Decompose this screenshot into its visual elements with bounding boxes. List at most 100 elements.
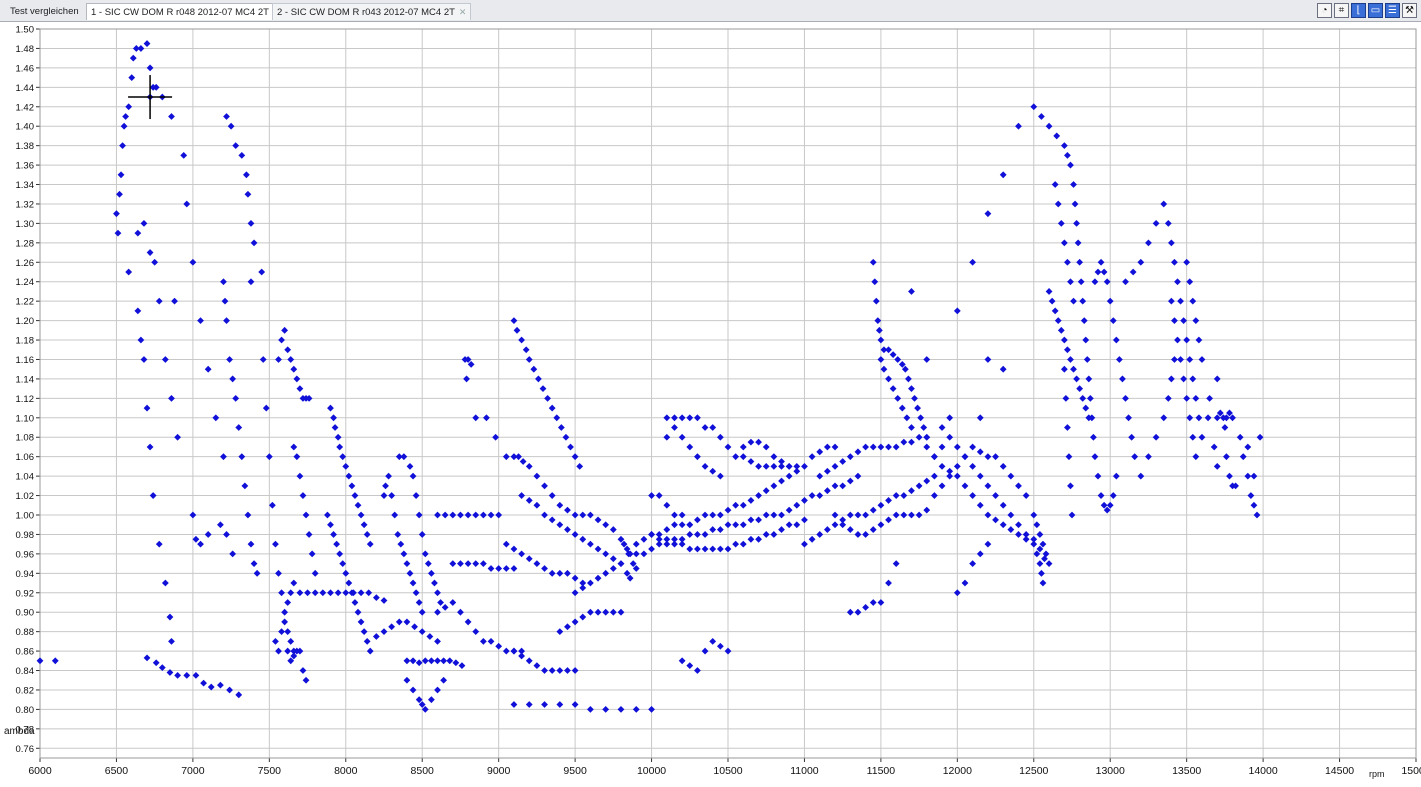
data-point — [434, 589, 441, 597]
data-point — [232, 142, 240, 150]
data-point — [571, 618, 579, 626]
x-tick-label: 10500 — [713, 765, 742, 777]
data-point — [457, 511, 464, 519]
data-point — [510, 545, 518, 553]
data-point — [877, 443, 885, 451]
data-point — [472, 511, 480, 519]
data-point — [161, 356, 169, 363]
data-point — [137, 336, 145, 344]
wrench-icon[interactable]: ⚒ — [1402, 3, 1417, 18]
data-point — [823, 467, 831, 475]
data-point — [204, 365, 212, 373]
data-point — [284, 628, 292, 636]
data-point — [1221, 424, 1229, 431]
data-point — [694, 531, 701, 538]
grid-table-icon[interactable]: ⌗ — [1334, 3, 1349, 18]
data-point — [762, 463, 770, 470]
data-point — [931, 492, 938, 499]
data-point — [571, 511, 579, 519]
data-point — [793, 463, 801, 470]
data-point — [862, 531, 869, 538]
data-point — [331, 424, 339, 431]
data-point — [938, 463, 946, 470]
data-point — [846, 526, 854, 533]
data-point — [290, 365, 298, 373]
clock-icon[interactable]: ◔ — [1317, 3, 1332, 18]
y-tick-label: 1.20 — [16, 316, 35, 327]
data-point — [428, 569, 435, 577]
data-point — [778, 477, 785, 485]
data-point — [953, 472, 961, 480]
data-point — [244, 190, 252, 198]
data-point — [1030, 511, 1038, 519]
close-icon[interactable]: ✕ — [459, 7, 467, 17]
data-point — [785, 472, 793, 480]
data-point — [587, 608, 594, 616]
data-point — [1015, 122, 1022, 130]
data-point — [395, 618, 403, 626]
data-point — [1054, 317, 1062, 324]
data-point — [576, 463, 584, 470]
tab-compare[interactable]: Test vergleichen — [6, 3, 83, 20]
data-point — [1239, 453, 1247, 461]
data-point — [302, 676, 310, 684]
tab-test-2[interactable]: 2 - SIC CW DOM R r043 2012-07 MC4 2T ✕ — [272, 3, 472, 20]
y-tick-label: 0.82 — [16, 685, 35, 696]
x-tick-label: 15000 — [1401, 765, 1421, 777]
data-point — [330, 414, 337, 422]
data-point — [394, 531, 402, 538]
data-point — [602, 550, 610, 558]
data-point — [1204, 414, 1212, 422]
data-point — [931, 472, 938, 480]
data-point — [739, 540, 747, 548]
data-point — [1131, 453, 1139, 461]
y-tick-label: 1.14 — [16, 374, 35, 385]
data-point — [885, 497, 892, 504]
data-point — [1119, 375, 1126, 383]
data-point — [961, 579, 969, 587]
y-tick-label: 1.12 — [16, 394, 35, 405]
data-point — [571, 589, 579, 597]
x-tick-label: 10000 — [637, 765, 666, 777]
data-point — [535, 375, 542, 383]
window-icon[interactable]: ▭ — [1368, 3, 1383, 18]
data-point — [923, 433, 931, 441]
data-point — [755, 535, 762, 543]
data-point — [1045, 122, 1053, 130]
y-tick-label: 1.30 — [16, 219, 35, 230]
data-point — [900, 492, 908, 499]
data-point — [976, 414, 984, 422]
data-point — [472, 414, 480, 422]
data-point — [168, 394, 175, 402]
data-point — [449, 511, 457, 519]
list-icon[interactable]: ☰ — [1385, 3, 1400, 18]
data-point — [1210, 443, 1218, 451]
data-point — [302, 511, 310, 519]
data-point — [1094, 472, 1102, 480]
y-tick-label: 0.80 — [16, 705, 35, 716]
data-point — [556, 521, 564, 529]
data-point — [609, 608, 617, 616]
data-point — [724, 506, 732, 514]
data-point — [846, 453, 854, 461]
data-point — [709, 526, 717, 533]
data-point — [525, 356, 533, 363]
data-point — [458, 662, 466, 670]
scatter-chart[interactable]: 0.760.780.800.820.840.860.880.900.920.94… — [0, 22, 1421, 787]
data-point — [1036, 560, 1044, 567]
data-point — [192, 671, 200, 679]
data-point — [917, 414, 925, 422]
data-point — [518, 492, 525, 499]
tab-test-1[interactable]: 1 - SIC CW DOM R r048 2012-07 MC4 2T✕ — [86, 3, 286, 20]
data-point — [212, 414, 220, 422]
data-point — [694, 545, 701, 553]
data-point — [1167, 297, 1175, 305]
data-point — [363, 637, 371, 645]
data-point — [1177, 297, 1184, 305]
data-point — [183, 200, 191, 208]
data-point — [262, 404, 270, 412]
data-point — [1226, 472, 1233, 480]
data-point — [334, 433, 342, 441]
y-tick-label: 0.86 — [16, 647, 35, 658]
axis-layout-icon[interactable]: ⌊ — [1351, 3, 1366, 18]
